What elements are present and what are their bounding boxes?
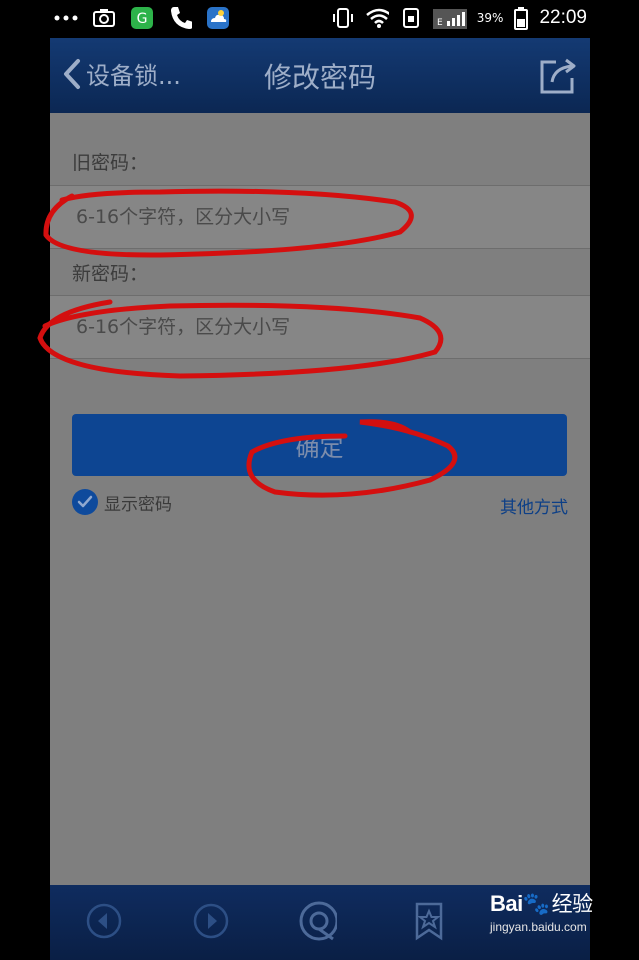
app-screen: 设备锁... 修改密码 旧密码： 新密码： 确定 显示密码 其他方式 [50,38,590,960]
battery-percent: 39% [476,11,504,25]
page-title: 修改密码 [263,61,376,94]
back-arrow-icon [86,903,122,939]
checkbox-checked-icon[interactable] [72,489,98,515]
sim-icon [399,6,423,30]
svg-text:E: E [437,18,443,28]
battery-icon [513,6,529,30]
svg-text:G: G [137,11,148,27]
old-password-label: 旧密码： [72,152,149,174]
app-badge-icon: G [130,6,154,30]
more-dots-icon [54,6,78,30]
browser-home-button[interactable] [297,901,337,941]
share-button[interactable] [538,56,578,96]
screenshot-icon [92,6,116,30]
vibrate-icon [331,6,355,30]
browser-home-icon [299,901,337,941]
back-arrow-button[interactable] [84,901,124,941]
change-password-form: 旧密码： 新密码： 确定 显示密码 其他方式 [50,113,590,885]
status-bar: G E 39% 22:09 [0,0,639,38]
watermark-url: jingyan.baidu.com [490,920,587,934]
new-password-input[interactable] [74,315,558,339]
phone-icon [168,6,192,30]
new-password-field[interactable] [50,295,590,359]
show-password-toggle[interactable]: 显示密码 [72,489,172,515]
new-password-label: 新密码： [72,263,149,285]
clock: 22:09 [539,7,587,28]
signal-icon: E [432,6,467,30]
old-password-input[interactable] [74,205,558,229]
confirm-button[interactable]: 确定 [72,414,567,476]
weather-icon [206,6,230,30]
bookmark-button[interactable] [409,901,449,941]
watermark-logo-suffix: 经验 [551,892,594,916]
share-icon [540,58,576,94]
baidu-jingyan-watermark: Bai🐾经验 jingyan.baidu.com [490,888,593,934]
old-password-field[interactable] [50,185,590,249]
other-method-link[interactable]: 其他方式 [500,493,568,518]
wifi-icon [365,6,389,30]
watermark-logo: Bai [490,891,523,916]
paw-icon: 🐾 [522,891,550,916]
bookmark-star-icon [415,902,443,941]
forward-arrow-icon [193,903,229,939]
forward-arrow-button[interactable] [191,901,231,941]
app-header: 设备锁... 修改密码 [50,38,590,113]
show-password-label: 显示密码 [104,494,172,515]
